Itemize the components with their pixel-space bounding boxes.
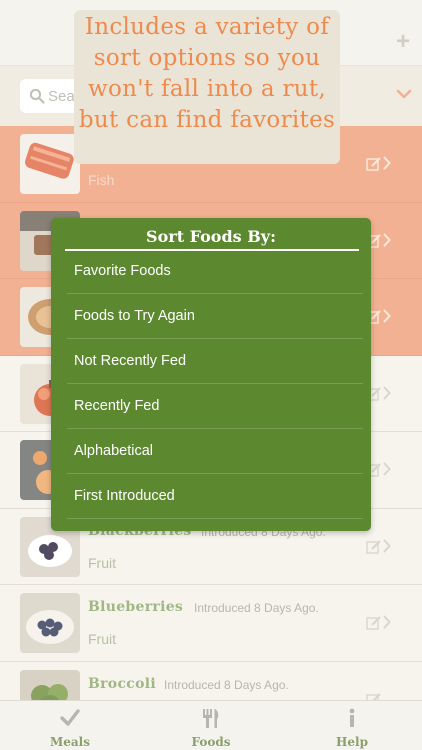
sort-option-label: First Introduced	[74, 488, 175, 504]
feature-callout: Includes a variety of sort options so yo…	[74, 10, 340, 164]
sort-menu: Sort Foods By: Favorite Foods Foods to T…	[51, 218, 371, 531]
sort-option-first-introduced[interactable]: First Introduced	[67, 474, 363, 519]
sort-option-label: Alphabetical	[74, 443, 153, 459]
sort-option-label: Favorite Foods	[74, 263, 171, 279]
sort-option-foods-to-try-again[interactable]: Foods to Try Again	[67, 294, 363, 339]
sort-option-label: Not Recently Fed	[74, 353, 187, 369]
sort-option-label: Recently Fed	[74, 398, 160, 414]
sort-option-alphabetical[interactable]: Alphabetical	[67, 429, 363, 474]
callout-text: Includes a variety of sort options so yo…	[78, 14, 336, 133]
sort-option-favorite-foods[interactable]: Favorite Foods	[67, 249, 363, 294]
sort-option-label: Foods to Try Again	[74, 308, 195, 324]
sort-option-recently-fed[interactable]: Recently Fed	[67, 384, 363, 429]
sort-option-not-recently-fed[interactable]: Not Recently Fed	[67, 339, 363, 384]
sort-menu-title: Sort Foods By:	[146, 227, 276, 246]
